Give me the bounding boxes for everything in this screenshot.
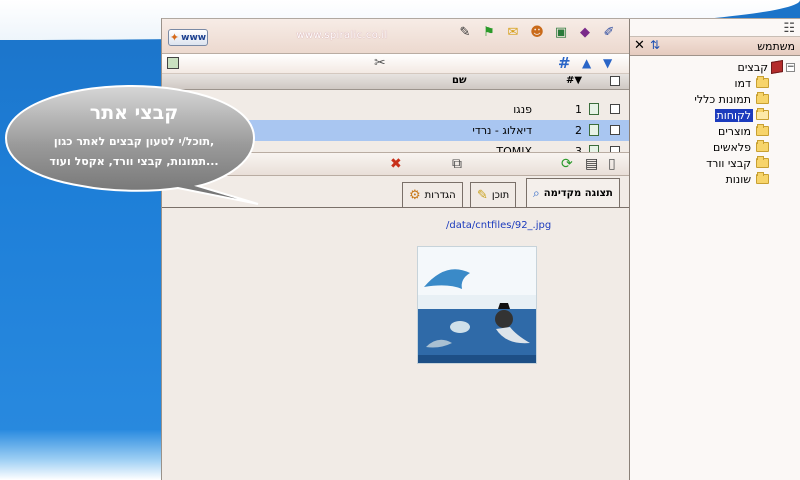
tree-root[interactable]: קבצים − [738, 59, 795, 75]
file-icon [589, 103, 599, 115]
tab-label: הגדרות [424, 189, 456, 201]
preview-path-link[interactable]: /data/cntfiles/92_.jpg [446, 220, 551, 231]
folder-icon [756, 124, 769, 136]
row-name: פנגו [513, 103, 532, 116]
tab-content[interactable]: ✎ תוכן [470, 182, 517, 207]
tree-panel: ☷ ✕ ⇅ משתמש קבצים − דמו תמונות כללי לקוח… [629, 19, 800, 480]
hash-icon[interactable]: # [558, 54, 571, 72]
tab-preview[interactable]: ⌕ תצוגה מקדימה [526, 178, 620, 208]
sync-icon[interactable]: ⇅ [650, 38, 660, 52]
folder-tree: קבצים − דמו תמונות כללי לקוחות מוצרים פל… [630, 56, 800, 476]
books-icon[interactable]: ◆ [577, 25, 593, 41]
row-number: 2 [575, 124, 582, 137]
row-name: דיאלוג - נרדי [472, 124, 532, 137]
toolbar-icons: ✎ ⚑ ✉ ☻ ▣ ◆ ✐ [457, 25, 617, 41]
folder-icon [756, 172, 769, 184]
bubble-line-2: תמונות, קבצי וורד, אקסל ועוד... [49, 155, 218, 168]
tree-item[interactable]: תמונות כללי [692, 91, 769, 107]
preview-graphic [418, 247, 536, 363]
list-toolbar: ✂ # ▲ ▼ [162, 54, 629, 74]
background-bottom [0, 430, 170, 480]
folder-icon [756, 92, 769, 104]
www-label: www [181, 32, 207, 43]
folder-icon [756, 156, 769, 168]
pen-icon[interactable]: ✎ [457, 25, 473, 41]
tree-header: ✕ ⇅ משתמש [630, 37, 800, 56]
tree-item[interactable]: לקוחות [714, 107, 769, 123]
bubble-title: קבצי אתר [90, 102, 178, 124]
document-icon: ✎ [477, 187, 488, 203]
mail-icon[interactable]: ✉ [505, 25, 521, 41]
flags-icon[interactable]: ⚑ [481, 25, 497, 41]
cut-icon[interactable]: ✂ [374, 55, 386, 71]
tree-item[interactable]: קבצי וורד [704, 155, 769, 171]
row-checkbox[interactable] [610, 104, 620, 114]
gear-icon: ⚙ [409, 187, 421, 203]
tree-item-label: שונות [725, 172, 751, 186]
copy-icon[interactable]: ⧉ [452, 156, 462, 172]
top-toolbar: ✦ www www.spiralic.co.il ✎ ⚑ ✉ ☻ ▣ ◆ ✐ [162, 19, 629, 54]
tab-label: תוכן [491, 189, 510, 201]
sitemap-icon[interactable]: ☷ [783, 21, 795, 36]
users-icon[interactable]: ☻ [529, 25, 545, 41]
tree-item-label: דמו [734, 76, 751, 90]
tree-item-label: קבצי וורד [706, 156, 751, 170]
file-icon [589, 124, 599, 136]
delete-icon[interactable]: ✖ [390, 156, 402, 172]
speech-bubble: קבצי אתר תוכל/י לטעון קבצים לאתר כגון, ת… [4, 84, 259, 205]
new-file-icon[interactable]: ▯ [608, 156, 616, 172]
tree-header-title: משתמש [757, 40, 795, 53]
folder-icon [756, 76, 769, 88]
tree-root-label: קבצים [737, 60, 768, 74]
tree-item[interactable]: שונות [724, 171, 769, 187]
image-icon[interactable]: ▣ [553, 25, 569, 41]
tab-label: תצוגה מקדימה [543, 188, 613, 199]
row-checkbox[interactable] [610, 125, 620, 135]
tree-item-label: פלאשים [712, 140, 751, 154]
column-name-header[interactable]: שם [452, 75, 467, 86]
open-folder-icon [756, 108, 769, 120]
close-icon[interactable]: ✕ [634, 38, 645, 53]
tree-item-label: מוצרים [718, 124, 751, 138]
www-button[interactable]: ✦ www [168, 29, 208, 46]
preview-image [417, 246, 537, 364]
refresh-icon[interactable]: ⟳ [561, 156, 573, 172]
collapse-icon[interactable]: − [786, 62, 795, 72]
select-all-checkbox[interactable] [610, 76, 620, 86]
search-icon: ⌕ [533, 186, 540, 200]
save-icon[interactable]: ▤ [585, 156, 598, 172]
folder-icon [756, 140, 769, 152]
book-icon [771, 59, 783, 75]
column-number-header[interactable]: #▼ [566, 75, 582, 86]
site-url[interactable]: www.spiralic.co.il [262, 30, 422, 41]
edit-page-icon[interactable]: ✐ [601, 25, 617, 41]
arrow-up-icon[interactable]: ▲ [582, 56, 591, 70]
tree-item[interactable]: פלאשים [711, 139, 769, 155]
tree-item[interactable]: מוצרים [716, 123, 769, 139]
bubble-line-1: תוכל/י לטעון קבצים לאתר כגון, [54, 135, 214, 148]
tree-item-label: לקוחות [714, 108, 753, 122]
window-icon[interactable] [167, 57, 179, 69]
row-number: 1 [575, 103, 582, 116]
arrow-down-icon[interactable]: ▼ [603, 56, 612, 70]
tab-settings[interactable]: ⚙ הגדרות [402, 182, 463, 207]
globe-icon: ✦ [169, 31, 180, 44]
tree-item-label: תמונות כללי [694, 92, 751, 106]
tree-item[interactable]: דמו [733, 75, 769, 91]
